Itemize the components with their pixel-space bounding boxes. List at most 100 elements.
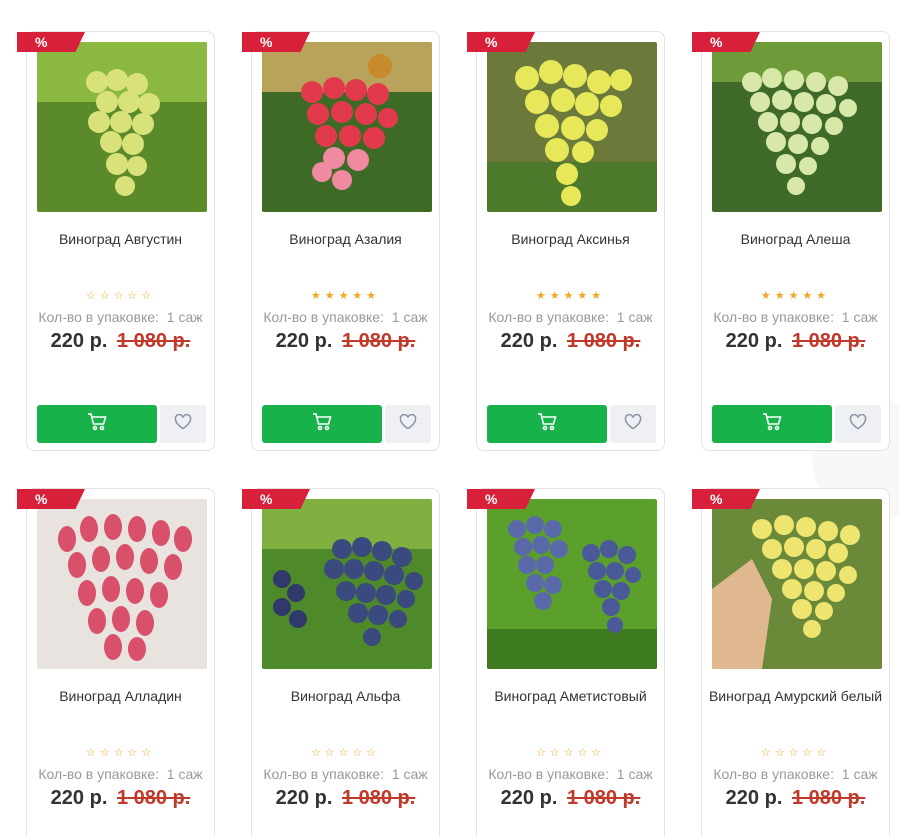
favorite-button[interactable] (835, 405, 881, 443)
product-card[interactable]: % Виноград Алладин ☆☆☆☆☆ Кол-во в упаков… (17, 488, 215, 836)
current-price: 220 р. (725, 330, 783, 352)
product-image[interactable] (37, 499, 207, 669)
old-price: 1 080 р. (566, 330, 641, 352)
cart-icon (537, 412, 557, 436)
qty-value: 1 саж (616, 766, 653, 782)
heart-icon (849, 413, 867, 435)
product-title[interactable]: Виноград Азалия (256, 229, 435, 250)
cart-icon (312, 412, 332, 436)
quantity-info: Кол-во в упаковке: 1 саж (252, 766, 439, 782)
favorite-button[interactable] (385, 405, 431, 443)
old-price: 1 080 р. (116, 787, 191, 809)
favorite-button[interactable] (610, 405, 656, 443)
rating-stars: ☆☆☆☆☆ (310, 747, 381, 759)
qty-label: Кол-во в упаковке: (263, 766, 384, 782)
qty-value: 1 саж (841, 309, 878, 325)
current-price: 220 р. (275, 787, 333, 809)
product-title[interactable]: Виноград Алладин (31, 686, 210, 707)
rating-stars: ☆☆☆☆☆ (85, 747, 156, 759)
qty-label: Кол-во в упаковке: (488, 309, 609, 325)
cart-icon (87, 412, 107, 436)
qty-label: Кол-во в упаковке: (263, 309, 384, 325)
product-card[interactable]: % Виноград Аксинья ★★★★★ Кол-во в упаков… (467, 31, 665, 451)
current-price: 220 р. (50, 330, 108, 352)
heart-icon (624, 413, 642, 435)
old-price: 1 080 р. (341, 330, 416, 352)
price-block: 220 р. 1 080 р. (252, 787, 439, 810)
current-price: 220 р. (500, 787, 558, 809)
old-price: 1 080 р. (116, 330, 191, 352)
qty-label: Кол-во в упаковке: (713, 309, 834, 325)
favorite-button[interactable] (160, 405, 206, 443)
qty-label: Кол-во в упаковке: (38, 309, 159, 325)
current-price: 220 р. (50, 787, 108, 809)
price-block: 220 р. 1 080 р. (702, 330, 889, 353)
qty-label: Кол-во в упаковке: (488, 766, 609, 782)
rating-stars: ★★★★★ (310, 290, 381, 302)
add-to-cart-button[interactable] (712, 405, 832, 443)
price-block: 220 р. 1 080 р. (702, 787, 889, 810)
add-to-cart-button[interactable] (37, 405, 157, 443)
product-image[interactable] (37, 42, 207, 212)
quantity-info: Кол-во в упаковке: 1 саж (252, 309, 439, 325)
quantity-info: Кол-во в упаковке: 1 саж (477, 309, 664, 325)
product-card[interactable]: % Виноград Альфа ☆☆☆☆☆ Кол-во в упаковке… (242, 488, 440, 836)
product-title[interactable]: Виноград Аксинья (481, 229, 660, 250)
add-to-cart-button[interactable] (487, 405, 607, 443)
rating-stars: ☆☆☆☆☆ (760, 747, 831, 759)
qty-label: Кол-во в упаковке: (38, 766, 159, 782)
product-card[interactable]: % Виноград Азалия ★★★★★ Кол-во в упаковк… (242, 31, 440, 451)
rating-stars: ☆☆☆☆☆ (535, 747, 606, 759)
product-title[interactable]: Виноград Амурский белый (706, 686, 885, 707)
quantity-info: Кол-во в упаковке: 1 саж (27, 766, 214, 782)
product-image[interactable] (487, 499, 657, 669)
add-to-cart-button[interactable] (262, 405, 382, 443)
discount-badge: % (692, 489, 760, 509)
price-block: 220 р. 1 080 р. (27, 787, 214, 810)
discount-badge: % (242, 32, 310, 52)
discount-badge: % (467, 32, 535, 52)
price-block: 220 р. 1 080 р. (477, 787, 664, 810)
product-card[interactable]: % Виноград Августин ☆☆☆☆☆ Кол-во в упако… (17, 31, 215, 451)
quantity-info: Кол-во в упаковке: 1 саж (702, 766, 889, 782)
qty-value: 1 саж (841, 766, 878, 782)
qty-value: 1 саж (616, 309, 653, 325)
old-price: 1 080 р. (791, 330, 866, 352)
price-block: 220 р. 1 080 р. (252, 330, 439, 353)
product-image[interactable] (262, 499, 432, 669)
old-price: 1 080 р. (341, 787, 416, 809)
discount-badge: % (17, 32, 85, 52)
heart-icon (399, 413, 417, 435)
discount-badge: % (692, 32, 760, 52)
product-title[interactable]: Виноград Алеша (706, 229, 885, 250)
product-image[interactable] (487, 42, 657, 212)
discount-badge: % (17, 489, 85, 509)
quantity-info: Кол-во в упаковке: 1 саж (27, 309, 214, 325)
cart-icon (762, 412, 782, 436)
product-grid: % Виноград Августин ☆☆☆☆☆ Кол-во в упако… (0, 0, 899, 836)
product-title[interactable]: Виноград Августин (31, 229, 210, 250)
product-title[interactable]: Виноград Альфа (256, 686, 435, 707)
old-price: 1 080 р. (566, 787, 641, 809)
rating-stars: ★★★★★ (535, 290, 606, 302)
product-card[interactable]: % Виноград Амурский белый ☆☆☆☆☆ Кол-во в… (692, 488, 890, 836)
quantity-info: Кол-во в упаковке: 1 саж (702, 309, 889, 325)
product-title[interactable]: Виноград Аметистовый (481, 686, 660, 707)
quantity-info: Кол-во в упаковке: 1 саж (477, 766, 664, 782)
product-card[interactable]: % Виноград Алеша ★★★★★ Кол-во в упаковке… (692, 31, 890, 451)
qty-value: 1 саж (166, 309, 203, 325)
product-image[interactable] (262, 42, 432, 212)
rating-stars: ★★★★★ (760, 290, 831, 302)
current-price: 220 р. (725, 787, 783, 809)
product-image[interactable] (712, 42, 882, 212)
current-price: 220 р. (500, 330, 558, 352)
rating-stars: ☆☆☆☆☆ (85, 290, 156, 302)
discount-badge: % (467, 489, 535, 509)
product-card[interactable]: % Виноград Аметистовый ☆☆☆☆☆ Кол-во в уп… (467, 488, 665, 836)
discount-badge: % (242, 489, 310, 509)
current-price: 220 р. (275, 330, 333, 352)
price-block: 220 р. 1 080 р. (27, 330, 214, 353)
product-image[interactable] (712, 499, 882, 669)
qty-value: 1 саж (166, 766, 203, 782)
old-price: 1 080 р. (791, 787, 866, 809)
